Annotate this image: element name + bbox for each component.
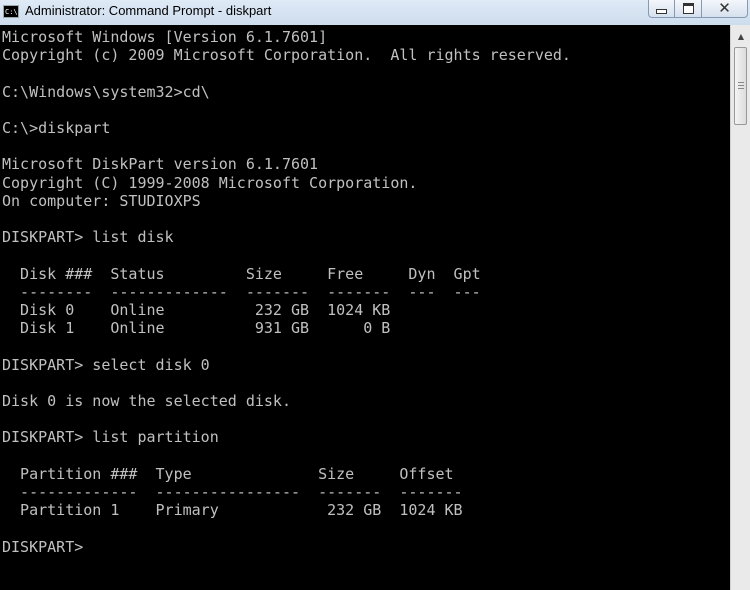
console-line: -------- ------------- ------- ------- -… [2, 282, 481, 301]
console-line: C:\>diskpart [2, 119, 111, 138]
console-output[interactable]: Microsoft Windows [Version 6.1.7601] Cop… [0, 25, 730, 590]
console-line: Partition ### Type Size Offset [2, 464, 454, 483]
grip-line [738, 88, 744, 89]
window-title: Administrator: Command Prompt - diskpart [25, 3, 272, 18]
console-line: Disk 0 Online 232 GB 1024 KB [2, 301, 391, 320]
close-button[interactable]: ✕ [702, 0, 748, 18]
console-line: Copyright (C) 1999-2008 Microsoft Corpor… [2, 173, 418, 192]
console-line: Copyright (c) 2009 Microsoft Corporation… [2, 46, 571, 65]
console-line: Partition 1 Primary 232 GB 1024 KB [2, 501, 463, 520]
grip-line [738, 85, 744, 86]
console-line: Microsoft Windows [Version 6.1.7601] [2, 28, 328, 46]
maximize-button[interactable] [675, 0, 702, 18]
console-line: Disk ### Status Size Free Dyn Gpt [2, 264, 481, 283]
minimize-icon [656, 9, 667, 14]
console-text: Microsoft Windows [Version 6.1.7601] Cop… [0, 25, 730, 556]
scroll-thumb[interactable] [734, 47, 747, 125]
maximize-icon [682, 3, 694, 14]
console-line: C:\Windows\system32>cd\ [2, 82, 210, 101]
console-line: DISKPART> list disk [2, 228, 174, 247]
console-line: Disk 1 Online 931 GB 0 B [2, 319, 391, 338]
vertical-scrollbar[interactable]: ▲ [730, 25, 750, 590]
grip-line [738, 82, 744, 83]
console-line: ------------- ---------------- ------- -… [2, 483, 463, 502]
console-line: DISKPART> [2, 537, 93, 556]
console-line: Microsoft DiskPart version 6.1.7601 [2, 155, 319, 174]
console-line: On computer: STUDIOXPS [2, 191, 201, 210]
close-icon: ✕ [718, 0, 731, 17]
console-line: DISKPART> list partition [2, 428, 219, 447]
title-bar[interactable]: C:\ Administrator: Command Prompt - disk… [0, 0, 750, 25]
window-controls: ✕ [648, 0, 748, 18]
minimize-button[interactable] [648, 0, 675, 18]
scroll-up-arrow-icon[interactable]: ▲ [733, 28, 749, 44]
cmd-icon[interactable]: C:\ [3, 5, 19, 18]
console-line: DISKPART> select disk 0 [2, 355, 210, 374]
console-line: Disk 0 is now the selected disk. [2, 392, 291, 411]
